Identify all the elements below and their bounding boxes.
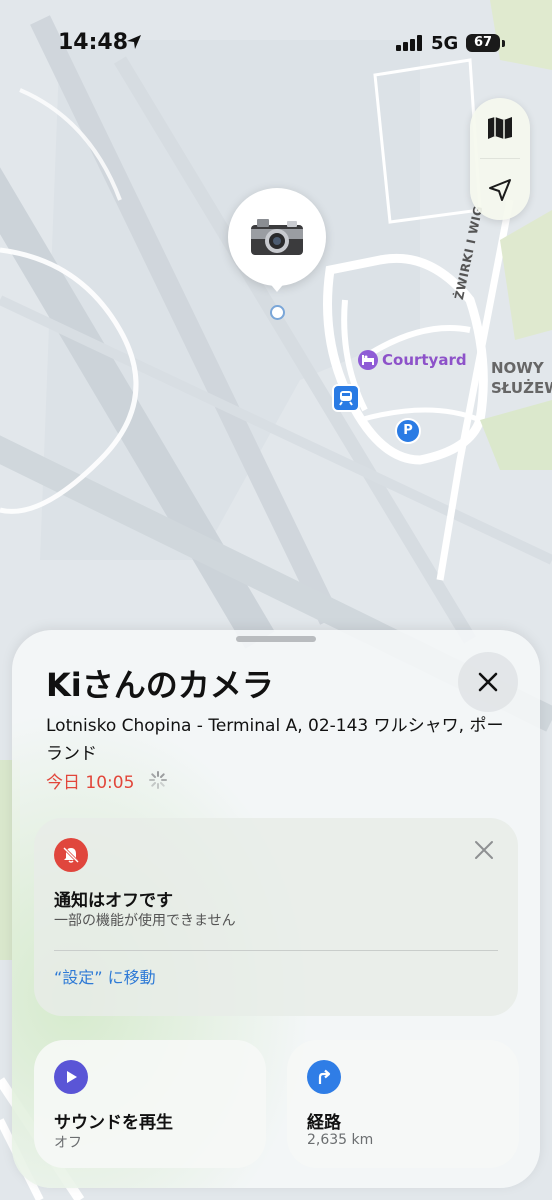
controls-divider	[480, 158, 520, 159]
district-line-1: NOWY	[491, 359, 544, 377]
play-sound-status: オフ	[54, 1135, 82, 1151]
map-icon	[488, 117, 512, 139]
location-arrow-icon	[489, 179, 511, 201]
device-pin-tail	[267, 280, 287, 292]
notification-subtext: 一部の機能が使用できません	[54, 913, 236, 929]
camera-icon	[251, 219, 303, 255]
loading-spinner-icon	[148, 770, 168, 794]
battery-level: 67	[466, 34, 500, 52]
status-time: 14:48	[58, 30, 129, 55]
poi-courtyard-label: Courtyard	[382, 351, 467, 369]
train-station-icon[interactable]	[332, 384, 360, 412]
sheet-grabber[interactable]	[236, 636, 316, 642]
last-seen-time: 今日 10:05	[46, 773, 135, 793]
close-icon	[475, 841, 493, 859]
turn-right-arrow-icon	[307, 1060, 341, 1094]
item-address: Lotnisko Chopina - Terminal A, 02-143 ワル…	[46, 716, 504, 764]
status-bar: 14:48 5G 67	[0, 0, 552, 90]
bell-slash-icon	[54, 838, 88, 872]
play-sound-button[interactable]: サウンドを再生 オフ	[34, 1040, 266, 1168]
device-pin[interactable]	[228, 188, 326, 286]
notifications-off-card: 通知はオフです 一部の機能が使用できません “設定” に移動	[34, 818, 518, 1016]
go-to-settings-link[interactable]: “設定” に移動	[54, 964, 156, 988]
directions-button[interactable]: 経路 2,635 km	[287, 1040, 519, 1168]
notification-divider	[54, 950, 498, 951]
close-button[interactable]	[458, 652, 518, 712]
device-location-dot	[270, 305, 285, 320]
location-services-icon	[126, 34, 142, 54]
battery-tip	[502, 40, 505, 47]
notification-heading: 通知はオフです	[54, 891, 173, 911]
directions-distance: 2,635 km	[307, 1132, 374, 1148]
district-line-2: SŁUŻEW	[491, 379, 552, 397]
directions-label: 経路	[307, 1113, 341, 1133]
poi-courtyard[interactable]: Courtyard	[358, 350, 467, 370]
bed-icon	[358, 350, 378, 370]
map-controls	[470, 98, 530, 220]
play-icon	[54, 1060, 88, 1094]
parking-icon[interactable]: P	[395, 418, 421, 444]
dismiss-notification-button[interactable]	[474, 840, 494, 864]
locate-button[interactable]	[470, 160, 530, 220]
cellular-signal-icon	[396, 35, 424, 55]
map-mode-button[interactable]	[470, 98, 530, 158]
item-detail-sheet[interactable]: Kiさんのカメラ Lotnisko Chopina - Terminal A, …	[12, 630, 540, 1188]
network-type: 5G	[431, 33, 459, 54]
close-icon	[478, 672, 498, 692]
district-label: NOWY SŁUŻEW	[491, 358, 552, 398]
item-title: Kiさんのカメラ	[46, 666, 274, 704]
play-sound-label: サウンドを再生	[54, 1113, 173, 1133]
